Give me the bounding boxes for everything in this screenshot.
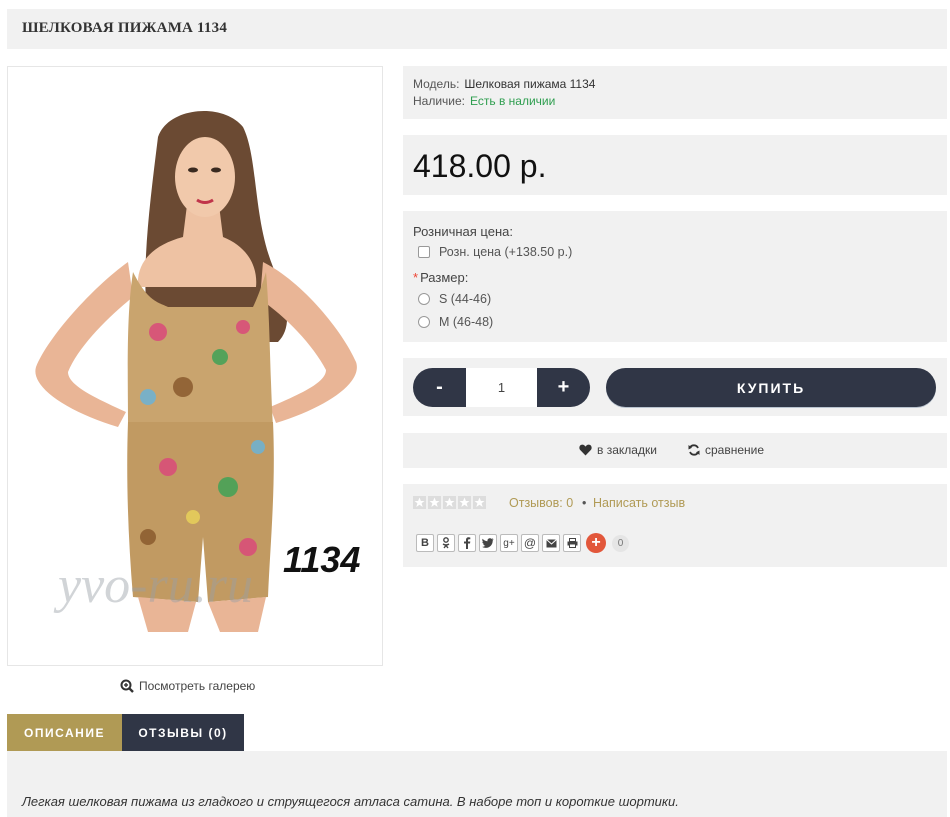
reviews-separator: • (582, 496, 587, 510)
wishlist-link[interactable]: в закладки (579, 443, 657, 457)
quantity-decrease-button[interactable]: - (413, 368, 466, 407)
options-panel: Розничная цена: Розн. цена (+138.50 р.) … (403, 211, 947, 342)
compare-label: сравнение (705, 443, 765, 457)
product-photo: yvo-ru.ru 1134 (8, 67, 382, 665)
zoom-icon (120, 679, 134, 693)
twitter-icon (482, 538, 494, 548)
model-value: Шелковая пижама 1134 (464, 77, 596, 91)
price-value: 418.00 р. (413, 148, 547, 184)
required-mark: * (413, 270, 419, 285)
odnoklassniki-share-button[interactable] (437, 534, 455, 552)
vk-icon: B (421, 537, 429, 549)
retail-price-checkbox[interactable] (418, 246, 430, 258)
share-more-button[interactable]: + (586, 533, 606, 553)
stock-label: Наличие: (413, 94, 466, 108)
share-bar: B g+ @ + 0 (416, 533, 629, 553)
retail-price-option-label: Розн. цена (+138.50 р.) (439, 245, 573, 259)
image-watermark: yvo-ru.ru (53, 557, 253, 614)
model-row: Модель: Шелковая пижама 1134 (413, 77, 595, 91)
stock-row: Наличие: Есть в наличии (413, 94, 555, 108)
at-icon: @ (523, 536, 537, 550)
gallery-link[interactable]: Посмотреть галерею (120, 679, 255, 693)
price-panel: 418.00 р. (403, 135, 947, 195)
wishlist-label: в закладки (597, 443, 657, 457)
star-icon (413, 496, 426, 509)
buy-button[interactable]: КУПИТЬ (606, 368, 936, 407)
product-info: Модель: Шелковая пижама 1134 Наличие: Есть… (403, 66, 947, 119)
tab-description[interactable]: ОПИСАНИЕ (7, 714, 122, 751)
stock-status: Есть в наличии (470, 94, 556, 108)
star-icon (443, 496, 456, 509)
retail-price-heading: Розничная цена: (413, 224, 513, 239)
retail-price-option[interactable]: Розн. цена (+138.50 р.) (418, 245, 572, 259)
twitter-share-button[interactable] (479, 534, 497, 552)
star-icon (458, 496, 471, 509)
share-count: 0 (612, 534, 629, 552)
quantity-increase-button[interactable]: + (537, 368, 590, 407)
rating-stars (413, 496, 486, 509)
description-panel: Легкая шелковая пижама из гладкого и стр… (7, 751, 947, 817)
size-option-m-label: M (46-48) (439, 315, 494, 329)
size-option-s[interactable]: S (44-46) (418, 292, 491, 306)
facebook-share-button[interactable] (458, 534, 476, 552)
compare-link[interactable]: сравнение (688, 443, 764, 457)
refresh-icon (688, 444, 700, 456)
star-icon (428, 496, 441, 509)
size-option-s-label: S (44-46) (439, 292, 492, 306)
write-review-link[interactable]: Написать отзыв (593, 496, 685, 510)
print-icon (567, 538, 577, 548)
size-radio-m[interactable] (418, 316, 430, 328)
title-bar: ШЕЛКОВАЯ ПИЖАМА 1134 (7, 9, 947, 49)
facebook-icon (464, 537, 471, 549)
email-share-button[interactable]: @ (521, 534, 539, 552)
size-heading-label: Размер: (420, 270, 469, 285)
size-heading: * Размер: (413, 270, 468, 285)
google-plus-icon: g+ (503, 537, 515, 549)
star-icon (473, 496, 486, 509)
envelope-icon (545, 538, 557, 547)
quantity-stepper: - 1 + (413, 368, 590, 407)
reviews-panel: Отзывов: 0 • Написать отзыв B g+ @ + 0 (403, 484, 947, 567)
reviews-count-link[interactable]: Отзывов: 0 (509, 496, 573, 510)
heart-icon (579, 444, 592, 456)
quantity-input[interactable]: 1 (466, 368, 537, 407)
google-plus-share-button[interactable]: g+ (500, 534, 518, 552)
mail-share-button[interactable] (542, 534, 560, 552)
model-label: Модель: (413, 77, 460, 91)
cart-panel: - 1 + КУПИТЬ (403, 358, 947, 416)
page-title: ШЕЛКОВАЯ ПИЖАМА 1134 (22, 20, 228, 36)
gallery-link-label: Посмотреть галерею (139, 679, 256, 693)
vk-share-button[interactable]: B (416, 534, 434, 552)
description-text: Легкая шелковая пижама из гладкого и стр… (22, 794, 679, 809)
image-number: 1134 (283, 539, 360, 580)
tab-reviews[interactable]: ОТЗЫВЫ (0) (122, 714, 244, 751)
size-option-m[interactable]: M (46-48) (418, 315, 493, 329)
actions-panel: в закладки сравнение (403, 433, 947, 468)
size-radio-s[interactable] (418, 293, 430, 305)
product-image[interactable]: yvo-ru.ru 1134 (7, 66, 383, 666)
print-button[interactable] (563, 534, 581, 552)
odnoklassniki-icon (442, 537, 450, 549)
